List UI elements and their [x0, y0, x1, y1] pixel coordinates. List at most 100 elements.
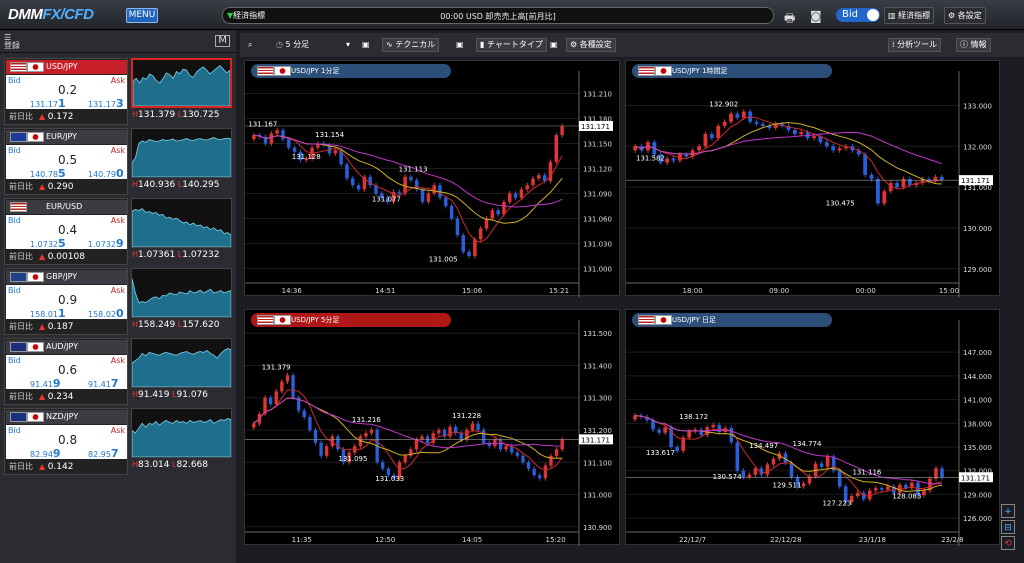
price-annotation: 131.095	[339, 455, 368, 463]
candle-body	[473, 239, 477, 256]
ask-price[interactable]: 140.790	[88, 167, 124, 180]
bid-label: Bid	[8, 286, 21, 295]
bid-label: Bid	[8, 356, 21, 365]
chart-panel-2[interactable]: 133.000 132.000 131.000 130.000 129.000 18:00…	[625, 60, 1001, 297]
candlestick-chart[interactable]: 133.000 132.000 131.000 130.000 129.000 18:00…	[626, 61, 1001, 297]
sparkline[interactable]	[131, 58, 232, 108]
bid-ask-panel[interactable]: Bid Ask 0.8 82.949 82.957	[6, 425, 127, 460]
bid-ask-panel[interactable]: Bid Ask 0.4 1.07325 1.07329	[6, 215, 127, 250]
bid-price[interactable]: 140.785	[30, 167, 66, 180]
chart-title[interactable]: USD/JPY 5分足	[251, 313, 451, 327]
settings-button[interactable]: ⚙ 各設定	[944, 7, 986, 24]
ask-price-pip: 7	[110, 447, 119, 460]
bid-ask-panel[interactable]: Bid Ask 0.6 91.419 91.417	[6, 355, 127, 390]
sparkline[interactable]	[131, 268, 232, 318]
chart-panel-1[interactable]: 131.210 131.180 131.150 131.120 131.090 131.0…	[244, 60, 621, 297]
y-tick-label: 131.500	[583, 330, 612, 338]
chart-settings-button[interactable]: ⚙ 各種設定	[566, 38, 616, 52]
candle-body	[280, 381, 284, 392]
technical-button[interactable]: ∿ テクニカル	[382, 38, 440, 52]
register-button[interactable]: ☰ 登録	[4, 34, 20, 50]
candlestick-chart[interactable]: 131.210131.180131.150131.120131.090131.0…	[245, 61, 621, 297]
copy-icon[interactable]: ▣	[456, 37, 464, 53]
pair-row-eur-jpy[interactable]: EUR/JPY Bid Ask 0.5 140.785 140.790 前日比 ▲ 0.290…	[4, 128, 233, 195]
camera-icon[interactable]: ◙	[810, 9, 822, 23]
nz-flag-icon	[10, 412, 27, 422]
pair-box: EUR/USD Bid Ask 0.4 1.07325 1.07329 前日比 ▲ 0.001…	[4, 198, 128, 265]
bid-ask-panel[interactable]: Bid Ask 0.9 158.011 158.020	[6, 285, 127, 320]
pair-row-gbp-jpy[interactable]: GBP/JPY Bid Ask 0.9 158.011 158.020 前日比 ▲ 0.187…	[4, 268, 233, 335]
chart-title[interactable]: USD/JPY 1時間足	[632, 64, 832, 78]
bid-price[interactable]: 1.07325	[30, 237, 66, 250]
zoom-icon[interactable]: ⌕	[248, 37, 252, 53]
jp-flag-icon	[27, 272, 44, 282]
candle-body	[496, 210, 500, 215]
ask-price[interactable]: 82.957	[88, 447, 119, 460]
candle-body	[831, 146, 836, 151]
reload-icon[interactable]: ⟲	[1001, 536, 1015, 550]
candle-body	[426, 193, 431, 202]
chart-title[interactable]: USD/JPY 日足	[632, 313, 832, 327]
pair-row-aud-jpy[interactable]: AUD/JPY Bid Ask 0.6 91.419 91.417 前日比 ▲ 0.234 H9…	[4, 338, 233, 405]
split-icon[interactable]: ⊟	[1001, 520, 1015, 534]
monitor-icon[interactable]: M	[215, 35, 230, 47]
period-select[interactable]: ◷ 5 分足	[276, 37, 309, 53]
candle-body	[819, 463, 824, 467]
bid-ask-panel[interactable]: Bid Ask 0.2 131.171 131.173	[6, 75, 127, 110]
bid-label: Bid	[8, 76, 21, 85]
ask-price-main: 140.79	[88, 170, 116, 179]
chart-panel-3[interactable]: 131.500 131.400 131.300 131.200 131.100 131.0…	[244, 309, 621, 546]
add-icon[interactable]: +	[1001, 504, 1015, 518]
pair-name[interactable]: EUR/JPY	[6, 130, 127, 144]
bid-price[interactable]: 82.949	[30, 447, 61, 460]
ask-price[interactable]: 1.07329	[88, 237, 124, 250]
dropdown-icon[interactable]: ▾	[346, 37, 350, 53]
menu-button[interactable]: MENU	[126, 8, 158, 23]
pair-name[interactable]: NZD/JPY	[6, 410, 127, 424]
news-ticker[interactable]: ▼経済指標 00:00 USD 卸売売上高[前月比]	[222, 7, 774, 24]
print-icon[interactable]: 🖶	[784, 9, 795, 30]
chart-type-button[interactable]: ▮ チャートタイプ	[476, 38, 547, 52]
ask-price[interactable]: 131.173	[88, 97, 124, 110]
pair-row-eur-usd[interactable]: EUR/USD Bid Ask 0.4 1.07325 1.07329 前日比 ▲ 0.001…	[4, 198, 233, 265]
pair-row-usd-jpy[interactable]: USD/JPY Bid Ask 0.2 131.171 131.173 前日比 ▲ 0.172…	[4, 58, 233, 125]
pair-name[interactable]: GBP/JPY	[6, 270, 127, 284]
candle-body	[837, 470, 842, 487]
pair-name[interactable]: AUD/JPY	[6, 340, 127, 354]
chart-panel-4[interactable]: 147.000 144.000 141.000 138.000 135.000 132.0…	[625, 309, 1001, 546]
candlestick-chart[interactable]: 147.000144.000141.000138.000135.000132.0…	[626, 310, 1001, 546]
sparkline[interactable]	[131, 338, 232, 388]
candlestick-chart[interactable]: 131.500 131.400 131.300 131.200 131.100 131.0…	[245, 310, 621, 546]
bid-price[interactable]: 131.171	[30, 97, 66, 110]
price-annotation: 128.083	[892, 493, 921, 501]
chart-title[interactable]: USD/JPY 1分足	[251, 64, 451, 78]
price-annotation: 131.379	[262, 363, 291, 371]
ask-price[interactable]: 158.020	[88, 307, 124, 320]
sparkline[interactable]	[131, 198, 232, 248]
economic-indicators-button[interactable]: ▥ 経済指標	[884, 7, 935, 24]
prev-label: 前日比	[9, 322, 33, 331]
ask-price-main: 158.02	[88, 310, 116, 319]
chart-flags	[638, 315, 672, 325]
candle-body	[879, 488, 884, 490]
pair-name[interactable]: EUR/USD	[6, 200, 127, 214]
sparkline[interactable]	[131, 128, 232, 178]
candle-body	[869, 174, 874, 179]
copy-icon-2[interactable]: ▣	[550, 37, 558, 53]
x-tick-label: 11:35	[292, 536, 312, 544]
pair-row-nzd-jpy[interactable]: NZD/JPY Bid Ask 0.8 82.949 82.957 前日比 ▲ 0.142 H8…	[4, 408, 233, 475]
analysis-tools-button[interactable]: ⁞ 分析ツール	[888, 38, 942, 52]
info-button[interactable]: ⓘ 情報	[956, 38, 991, 52]
candle-body	[940, 468, 944, 478]
sparkline[interactable]	[131, 408, 232, 458]
pair-label: EUR/JPY	[46, 132, 78, 141]
bid-price[interactable]: 158.011	[30, 307, 66, 320]
bid-ask-panel[interactable]: Bid Ask 0.5 140.785 140.790	[6, 145, 127, 180]
bid-price[interactable]: 91.419	[30, 377, 61, 390]
candle-body	[754, 121, 759, 124]
layout-icon[interactable]: ▣	[362, 37, 370, 53]
candle-body	[345, 164, 349, 179]
bid-price-main: 91.41	[30, 380, 53, 389]
pair-name[interactable]: USD/JPY	[6, 60, 127, 74]
ask-price[interactable]: 91.417	[88, 377, 119, 390]
